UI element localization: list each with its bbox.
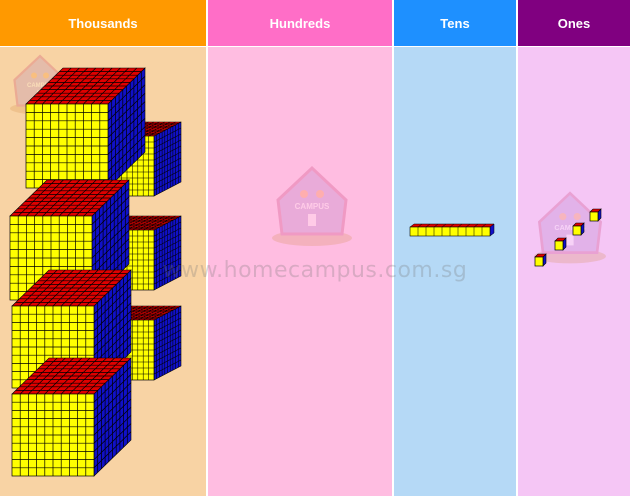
- one-cube: [534, 253, 547, 267]
- logo-watermark-hundreds: CAMPUS: [272, 165, 352, 246]
- one-cube: [554, 237, 567, 251]
- base-ten-blocks-diagram: CAMPUSCAMPUSCAMPUS: [9, 54, 606, 477]
- one-cube: [572, 222, 585, 236]
- one-cube: [589, 208, 602, 222]
- logo-text: CAMPUS: [295, 202, 330, 211]
- ten-rod: [409, 223, 495, 237]
- logo-watermark-ones: CAMPUS: [534, 191, 606, 264]
